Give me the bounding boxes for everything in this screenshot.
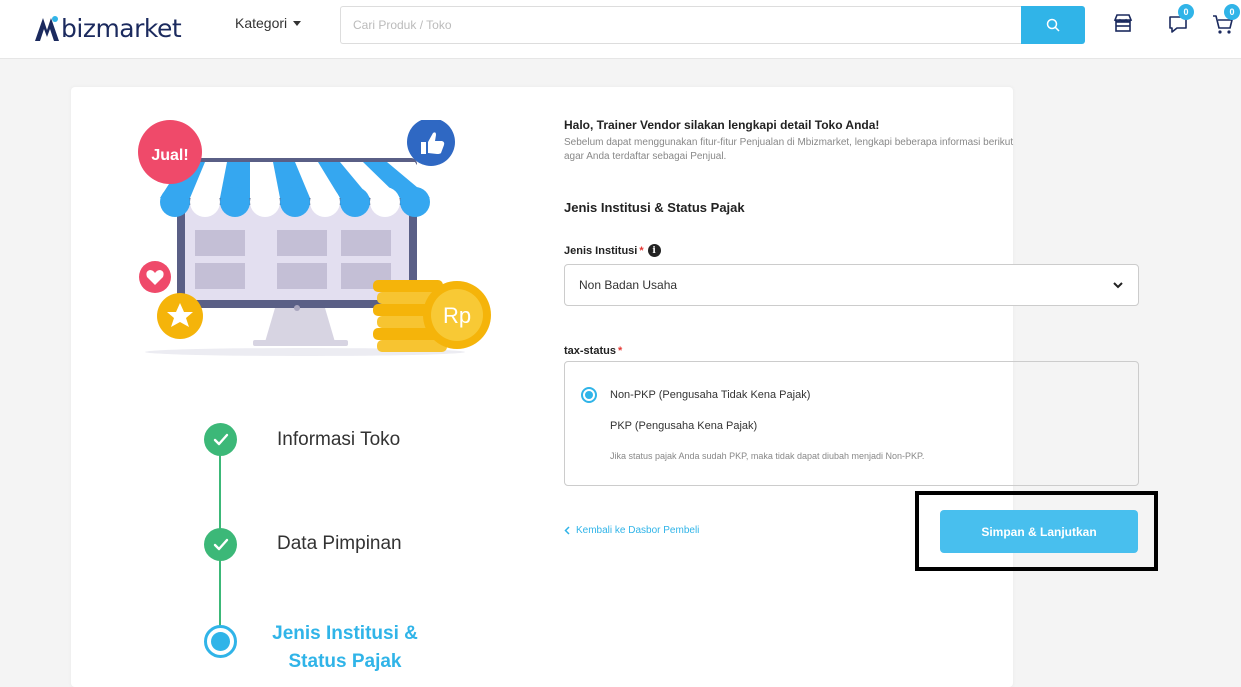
- tax-option-pkp-label: PKP (Pengusaha Kena Pajak): [610, 420, 758, 432]
- store-illustration: Rp Jual!: [138, 120, 491, 356]
- mbizmarket-logo[interactable]: bizmarket: [33, 10, 182, 44]
- sale-badge-text: Jual!: [151, 147, 188, 164]
- logo-text: bizmarket: [61, 14, 182, 43]
- search-button[interactable]: [1021, 6, 1085, 44]
- step-2-label: Data Pimpinan: [277, 533, 402, 554]
- radio-selected-icon[interactable]: [581, 387, 597, 403]
- cart-badge: 0: [1224, 4, 1240, 20]
- tax-field-label: tax-status *: [564, 345, 622, 357]
- save-and-continue-button[interactable]: Simpan & Lanjutkan: [940, 510, 1138, 553]
- category-dropdown[interactable]: Kategori: [235, 15, 302, 31]
- tax-option-non-pkp[interactable]: Non-PKP (Pengusaha Tidak Kena Pajak): [581, 387, 810, 403]
- institution-select[interactable]: Non Badan Usaha: [564, 264, 1139, 306]
- step-3-label: Jenis Institusi & Status Pajak: [270, 620, 420, 676]
- step-2-check: [204, 528, 237, 561]
- step-1-label: Informasi Toko: [277, 429, 401, 450]
- tax-status-radio-group: Non-PKP (Pengusaha Tidak Kena Pajak) PKP…: [564, 361, 1139, 486]
- logo-m-icon: [35, 16, 59, 41]
- greeting-heading: Halo, Trainer Vendor silakan lengkapi de…: [564, 118, 880, 132]
- back-link-label: Kembali ke Dasbor Pembeli: [576, 525, 700, 536]
- caret-down-icon: [293, 20, 302, 26]
- chevron-left-icon: [564, 526, 570, 535]
- category-label: Kategori: [235, 15, 288, 31]
- search-icon: [1046, 18, 1060, 32]
- intro-text: Halo, Trainer Vendor silakan lengkapi de…: [564, 118, 1139, 164]
- tax-option-non-pkp-label: Non-PKP (Pengusaha Tidak Kena Pajak): [610, 389, 811, 401]
- tax-label-text: tax-status: [564, 345, 616, 357]
- chevron-down-icon: [1113, 282, 1123, 289]
- step-3-current-indicator: [204, 625, 237, 658]
- store-button[interactable]: [1112, 12, 1134, 39]
- institution-label-text: Jenis Institusi: [564, 244, 638, 257]
- required-marker: *: [617, 345, 623, 357]
- store-icon: [1113, 14, 1133, 32]
- info-icon[interactable]: i: [647, 244, 661, 257]
- tax-option-pkp[interactable]: PKP (Pengusaha Kena Pajak): [610, 420, 757, 432]
- chat-badge: 0: [1178, 4, 1194, 20]
- chat-button[interactable]: 0: [1167, 4, 1194, 40]
- checkmark-icon: [213, 538, 228, 551]
- institution-select-value: Non Badan Usaha: [579, 278, 678, 292]
- required-marker: *: [639, 244, 644, 257]
- cart-button[interactable]: 0: [1212, 4, 1240, 40]
- step-1-check: [204, 423, 237, 456]
- search-input[interactable]: [340, 6, 1023, 44]
- step-3-label-line1: Jenis Institusi &: [272, 623, 418, 644]
- greeting-subtext: Sebelum dapat menggunakan fitur-fitur Pe…: [564, 137, 1014, 162]
- section-title: Jenis Institusi & Status Pajak: [564, 200, 745, 215]
- currency-symbol: Rp: [443, 303, 471, 328]
- tax-note: Jika status pajak Anda sudah PKP, maka t…: [610, 451, 925, 461]
- checkmark-icon: [213, 433, 228, 446]
- top-navbar: bizmarket Kategori 0 0: [0, 0, 1241, 59]
- institution-field-label: Jenis Institusi * i: [564, 244, 661, 257]
- back-to-buyer-dashboard-link[interactable]: Kembali ke Dasbor Pembeli: [564, 525, 699, 536]
- step-3-label-line2: Status Pajak: [288, 651, 402, 672]
